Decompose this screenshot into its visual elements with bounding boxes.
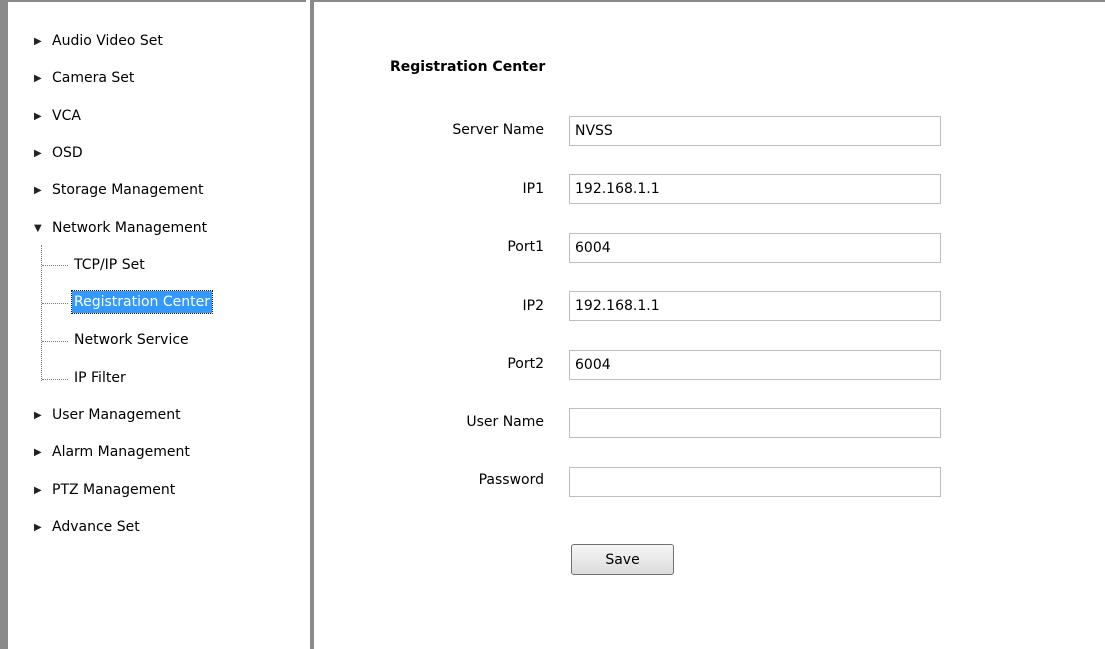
tree-connector-line bbox=[42, 379, 68, 380]
tree-item-label: Alarm Management bbox=[52, 444, 190, 460]
page-title: Registration Center bbox=[390, 59, 546, 75]
registration-center-panel: Registration Center Server Name IP1 Port… bbox=[314, 2, 1105, 649]
port1-input[interactable] bbox=[569, 233, 941, 263]
tree-item-alarm-management[interactable]: Alarm Management bbox=[34, 442, 190, 462]
user-name-input[interactable] bbox=[569, 408, 941, 438]
tree-item-label: Advance Set bbox=[52, 519, 140, 535]
expand-arrow-icon[interactable] bbox=[34, 485, 44, 496]
expand-arrow-icon[interactable] bbox=[34, 522, 44, 533]
tree-item-vca[interactable]: VCA bbox=[34, 106, 81, 126]
user-name-label: User Name bbox=[466, 414, 544, 430]
panel-divider[interactable] bbox=[306, 0, 310, 649]
tree-item-label: Camera Set bbox=[52, 70, 135, 86]
tree-item-label: VCA bbox=[52, 108, 81, 124]
tree-item-label: IP Filter bbox=[74, 370, 126, 386]
tree-connector-line bbox=[42, 341, 68, 342]
ip2-input[interactable] bbox=[569, 291, 941, 321]
ip2-label: IP2 bbox=[522, 298, 544, 314]
password-input[interactable] bbox=[569, 467, 941, 497]
expand-arrow-icon[interactable] bbox=[34, 73, 44, 84]
tree-item-audio-video-set[interactable]: Audio Video Set bbox=[34, 31, 163, 51]
tree-item-osd[interactable]: OSD bbox=[34, 143, 83, 163]
tree-item-network-management[interactable]: Network Management bbox=[34, 218, 207, 238]
tree-item-label: OSD bbox=[52, 145, 83, 161]
tree-item-storage-management[interactable]: Storage Management bbox=[34, 180, 203, 200]
tree-item-camera-set[interactable]: Camera Set bbox=[34, 68, 134, 88]
ip1-input[interactable] bbox=[569, 174, 941, 204]
server-name-label: Server Name bbox=[452, 122, 544, 138]
expand-arrow-icon[interactable] bbox=[34, 185, 44, 196]
tree-item-label: User Management bbox=[52, 407, 181, 423]
tree-item-ptz-management[interactable]: PTZ Management bbox=[34, 480, 175, 500]
tree-item-registration-center[interactable]: Registration Center bbox=[71, 290, 213, 314]
tree-item-tcp-ip-set[interactable]: TCP/IP Set bbox=[72, 254, 147, 276]
tree-item-label: TCP/IP Set bbox=[74, 257, 145, 273]
tree-item-ip-filter[interactable]: IP Filter bbox=[72, 367, 128, 389]
tree-connector-line bbox=[42, 265, 68, 266]
password-label: Password bbox=[478, 472, 544, 488]
settings-tree-sidebar: Audio Video Set Camera Set VCA OSD Stora… bbox=[8, 2, 306, 649]
save-button[interactable]: Save bbox=[571, 544, 674, 575]
port2-label: Port2 bbox=[507, 356, 544, 372]
collapse-arrow-icon[interactable] bbox=[34, 223, 44, 234]
expand-arrow-icon[interactable] bbox=[34, 36, 44, 47]
ip1-label: IP1 bbox=[522, 181, 544, 197]
tree-item-label: Network Management bbox=[52, 220, 208, 236]
tree-item-network-service[interactable]: Network Service bbox=[72, 329, 191, 351]
expand-arrow-icon[interactable] bbox=[34, 148, 44, 159]
tree-item-label: Storage Management bbox=[52, 182, 204, 198]
tree-item-user-management[interactable]: User Management bbox=[34, 405, 181, 425]
expand-arrow-icon[interactable] bbox=[34, 447, 44, 458]
tree-item-advance-set[interactable]: Advance Set bbox=[34, 517, 140, 537]
port1-label: Port1 bbox=[507, 239, 544, 255]
tree-item-label: Registration Center bbox=[74, 294, 210, 310]
tree-item-label: Network Service bbox=[74, 332, 189, 348]
server-name-input[interactable] bbox=[569, 116, 941, 146]
tree-item-label: PTZ Management bbox=[52, 482, 176, 498]
tree-connector-line bbox=[42, 303, 68, 304]
expand-arrow-icon[interactable] bbox=[34, 111, 44, 122]
tree-item-label: Audio Video Set bbox=[52, 33, 163, 49]
expand-arrow-icon[interactable] bbox=[34, 410, 44, 421]
port2-input[interactable] bbox=[569, 350, 941, 380]
